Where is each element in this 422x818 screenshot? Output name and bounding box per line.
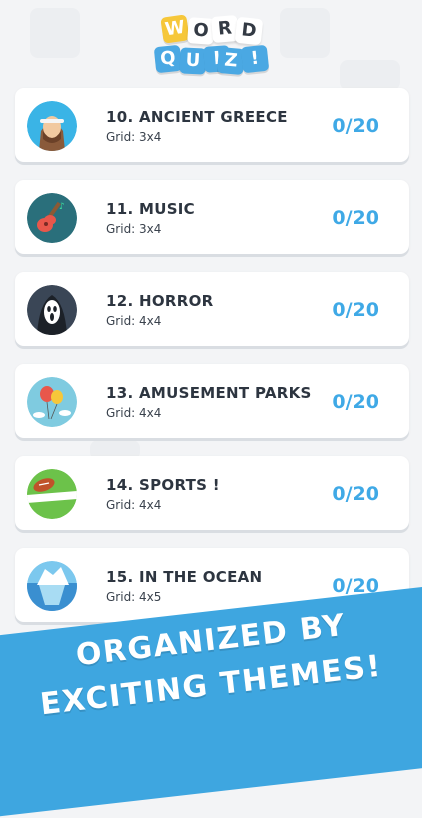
level-grid-size: Grid: 3x4 [106,130,162,144]
ghost-mask-icon [27,285,77,335]
logo-letter: W [160,14,190,44]
level-score: 0/20 [332,483,379,505]
iceberg-icon [27,561,77,611]
level-card-sports[interactable]: 14. SPORTS ! Grid: 4x4 0/20 [15,456,409,530]
level-title: 12. HORROR [106,292,214,310]
level-score: 0/20 [332,391,379,413]
level-title: 11. MUSIC [106,200,195,218]
level-list: 10. ANCIENT GREECE Grid: 3x4 0/20 ♪ 11. … [15,88,409,640]
word-quiz-logo: W O R D Q U I Z ! [0,10,422,80]
level-title: 15. IN THE OCEAN [106,568,263,586]
level-grid-size: Grid: 3x4 [106,222,162,236]
level-card-music[interactable]: ♪ 11. MUSIC Grid: 3x4 0/20 [15,180,409,254]
football-icon [27,469,77,519]
logo-letter: Q [153,44,183,74]
guitar-icon: ♪ [27,193,77,243]
level-card-horror[interactable]: 12. HORROR Grid: 4x4 0/20 [15,272,409,346]
level-score: 0/20 [332,115,379,137]
level-title: 13. AMUSEMENT PARKS [106,384,312,402]
level-grid-size: Grid: 4x4 [106,498,162,512]
level-title: 10. ANCIENT GREECE [106,108,288,126]
balloons-icon [27,377,77,427]
level-card-amusement-parks[interactable]: 13. AMUSEMENT PARKS Grid: 4x4 0/20 [15,364,409,438]
logo-letter: D [234,16,264,46]
level-grid-size: Grid: 4x5 [106,590,162,604]
logo-letter: ! [240,44,270,74]
svg-text:♪: ♪ [59,202,65,212]
level-title: 14. SPORTS ! [106,476,220,494]
level-card-ancient-greece[interactable]: 10. ANCIENT GREECE Grid: 3x4 0/20 [15,88,409,162]
level-grid-size: Grid: 4x4 [106,406,162,420]
greek-man-icon [27,101,77,151]
level-score: 0/20 [332,207,379,229]
level-grid-size: Grid: 4x4 [106,314,162,328]
level-score: 0/20 [332,299,379,321]
